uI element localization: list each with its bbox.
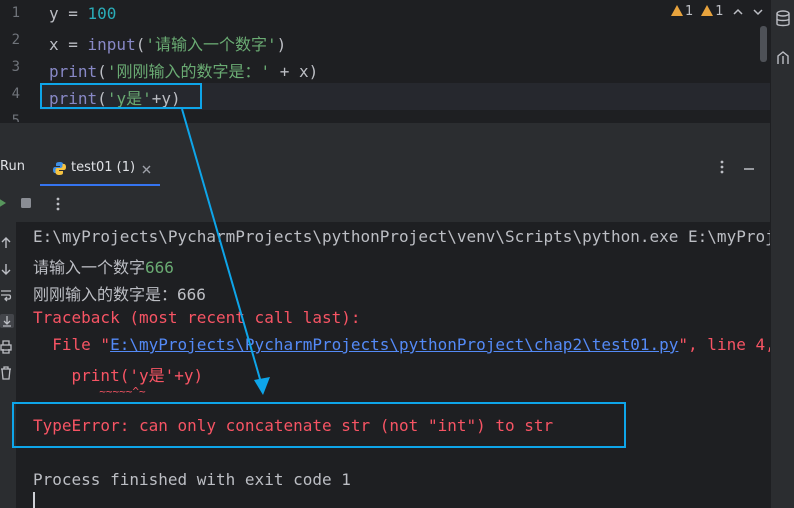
- weak-warning-count[interactable]: 1: [701, 4, 724, 19]
- line-number: 3: [11, 59, 20, 75]
- code-line-1[interactable]: y = 100: [49, 4, 116, 23]
- warning-count[interactable]: 1: [671, 4, 693, 19]
- code-annotation-box: [40, 83, 202, 109]
- editor-scrollbar[interactable]: [760, 26, 767, 62]
- database-icon[interactable]: [775, 10, 791, 28]
- code-token-builtin: input: [87, 35, 136, 54]
- warning-icon: [671, 5, 683, 16]
- chevron-up-icon[interactable]: [732, 6, 744, 18]
- scroll-up-icon[interactable]: [0, 236, 12, 250]
- code-editor[interactable]: 1 2 3 4 5 y = 100 x = input('请输入一个数字') p…: [0, 0, 770, 122]
- code-token-string: '刚刚输入的数字是：': [106, 62, 271, 81]
- print-icon[interactable]: [0, 340, 12, 354]
- code-token: y =: [49, 4, 88, 23]
- rerun-icon[interactable]: [0, 196, 8, 210]
- code-token: + x): [270, 62, 319, 81]
- console-input-line: 请输入一个数字666: [33, 254, 174, 278]
- chevron-down-icon[interactable]: [752, 6, 764, 18]
- code-line-3[interactable]: print('刚刚输入的数字是：' + x): [49, 58, 318, 82]
- tab-test01[interactable]: test01 (1): [40, 151, 160, 187]
- code-token: ): [276, 35, 287, 54]
- console-command-line: E:\myProjects\PycharmProjects\pythonProj…: [33, 227, 770, 246]
- code-token: x =: [49, 35, 88, 54]
- code-token-string: '请输入一个数字': [145, 35, 277, 54]
- tab-label: test01 (1): [71, 160, 136, 175]
- error-annotation-box: [12, 402, 626, 448]
- line-number: 5: [11, 113, 20, 122]
- run-toolbar: [0, 186, 770, 222]
- python-file-icon: [53, 162, 66, 175]
- console-actions-sidebar: [0, 222, 16, 508]
- hierarchy-icon[interactable]: [775, 50, 791, 66]
- run-tool-window-header: Run test01 (1): [0, 122, 770, 187]
- line-number: 4: [11, 86, 20, 102]
- code-token-builtin: print: [49, 62, 98, 81]
- console-prompt: 请输入一个数字: [33, 258, 146, 277]
- traceback-caret-line: ~~~~~^~: [33, 385, 146, 398]
- scroll-to-end-icon[interactable]: [0, 314, 14, 328]
- exit-status-line: Process finished with exit code 1: [33, 470, 351, 489]
- console-output-line: 刚刚输入的数字是：666: [33, 285, 206, 304]
- line-number: 2: [11, 32, 20, 48]
- close-icon[interactable]: [142, 165, 151, 174]
- right-tool-strip: [770, 0, 794, 508]
- run-title: Run: [0, 159, 25, 174]
- code-line-2[interactable]: x = input('请输入一个数字'): [49, 31, 286, 55]
- stop-icon[interactable]: [20, 197, 32, 209]
- more-vertical-icon[interactable]: [52, 196, 64, 212]
- minimize-icon[interactable]: [742, 161, 756, 175]
- more-vertical-icon[interactable]: [716, 159, 728, 175]
- code-token-number: 100: [87, 4, 117, 23]
- traceback-file-link[interactable]: E:\myProjects\PycharmProjects\pythonProj…: [110, 335, 678, 354]
- traceback-header: Traceback (most recent call last):: [33, 308, 361, 327]
- inspection-widget[interactable]: 1 1: [671, 4, 764, 19]
- console-output[interactable]: E:\myProjects\PycharmProjects\pythonProj…: [16, 222, 770, 508]
- soft-wrap-icon[interactable]: [0, 288, 12, 302]
- warning-icon: [701, 5, 714, 16]
- line-number: 1: [11, 5, 20, 21]
- traceback-code-line: print('y是'+y): [33, 366, 204, 385]
- console-user-input: 666: [145, 258, 174, 277]
- console-caret: [33, 492, 35, 508]
- trash-icon[interactable]: [0, 366, 12, 380]
- scroll-down-icon[interactable]: [0, 262, 12, 276]
- traceback-file-line: File "E:\myProjects\PycharmProjects\pyth…: [33, 335, 770, 354]
